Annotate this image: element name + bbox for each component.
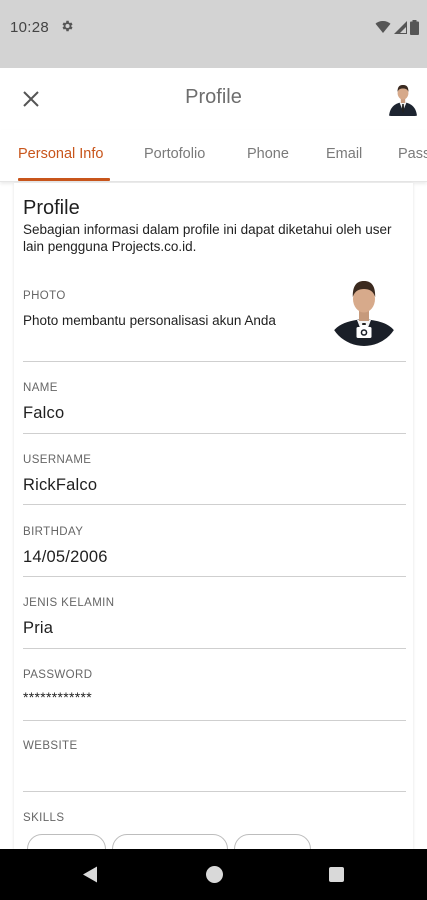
status-icons (375, 19, 419, 35)
recent-apps-icon[interactable] (329, 867, 344, 882)
status-bar: 10:28 (0, 0, 427, 68)
battery-icon (410, 19, 419, 35)
divider (23, 576, 406, 577)
app-bar: Profile (0, 68, 427, 130)
username-value[interactable]: RickFalco (23, 476, 97, 495)
user-avatar[interactable] (387, 82, 419, 116)
tab-password[interactable]: Pass (398, 146, 427, 162)
birthday-label: BIRTHDAY (23, 526, 84, 538)
website-label: WEBSITE (23, 740, 78, 752)
divider (23, 720, 406, 721)
page-title: Profile (185, 86, 242, 108)
gender-value[interactable]: Pria (23, 619, 53, 638)
birthday-value[interactable]: 14/05/2006 (23, 548, 108, 567)
user-avatar-image (387, 82, 419, 116)
name-value[interactable]: Falco (23, 404, 64, 423)
skill-chip[interactable] (234, 834, 311, 849)
tab-phone[interactable]: Phone (247, 146, 289, 162)
skill-chip[interactable] (27, 834, 106, 849)
section-title: Profile (23, 197, 80, 219)
divider (23, 504, 406, 505)
cellular-signal-icon (394, 20, 407, 34)
profile-photo-image (328, 274, 400, 346)
back-icon[interactable] (82, 866, 98, 883)
name-label: NAME (23, 382, 58, 394)
status-time: 10:28 (10, 19, 50, 36)
divider (23, 433, 406, 434)
tab-email[interactable]: Email (326, 146, 362, 162)
skills-label: SKILLS (23, 812, 65, 824)
photo-description: Photo membantu personalisasi akun Anda (23, 313, 276, 328)
divider (23, 361, 406, 362)
active-tab-indicator (18, 178, 110, 181)
wifi-icon (375, 21, 391, 33)
photo-label: PHOTO (23, 290, 66, 302)
divider (23, 791, 406, 792)
gender-label: JENIS KELAMIN (23, 597, 115, 609)
navigation-bar (0, 849, 427, 900)
gear-icon (62, 20, 73, 32)
skill-chip[interactable] (112, 834, 228, 849)
website-value[interactable] (23, 762, 406, 784)
tab-portofolio[interactable]: Portofolio (144, 146, 205, 162)
password-label: PASSWORD (23, 669, 93, 681)
tab-personal-info[interactable]: Personal Info (18, 146, 103, 162)
section-description: Sebagian informasi dalam profile ini dap… (23, 222, 392, 254)
profile-card: Profile Sebagian informasi dalam profile… (14, 183, 413, 849)
divider (23, 648, 406, 649)
home-icon[interactable] (206, 866, 223, 883)
tab-bar: Personal Info Portofolio Phone Email Pas… (0, 130, 427, 182)
username-label: USERNAME (23, 454, 92, 466)
password-value[interactable]: ************ (23, 689, 92, 705)
profile-photo[interactable] (328, 274, 400, 346)
